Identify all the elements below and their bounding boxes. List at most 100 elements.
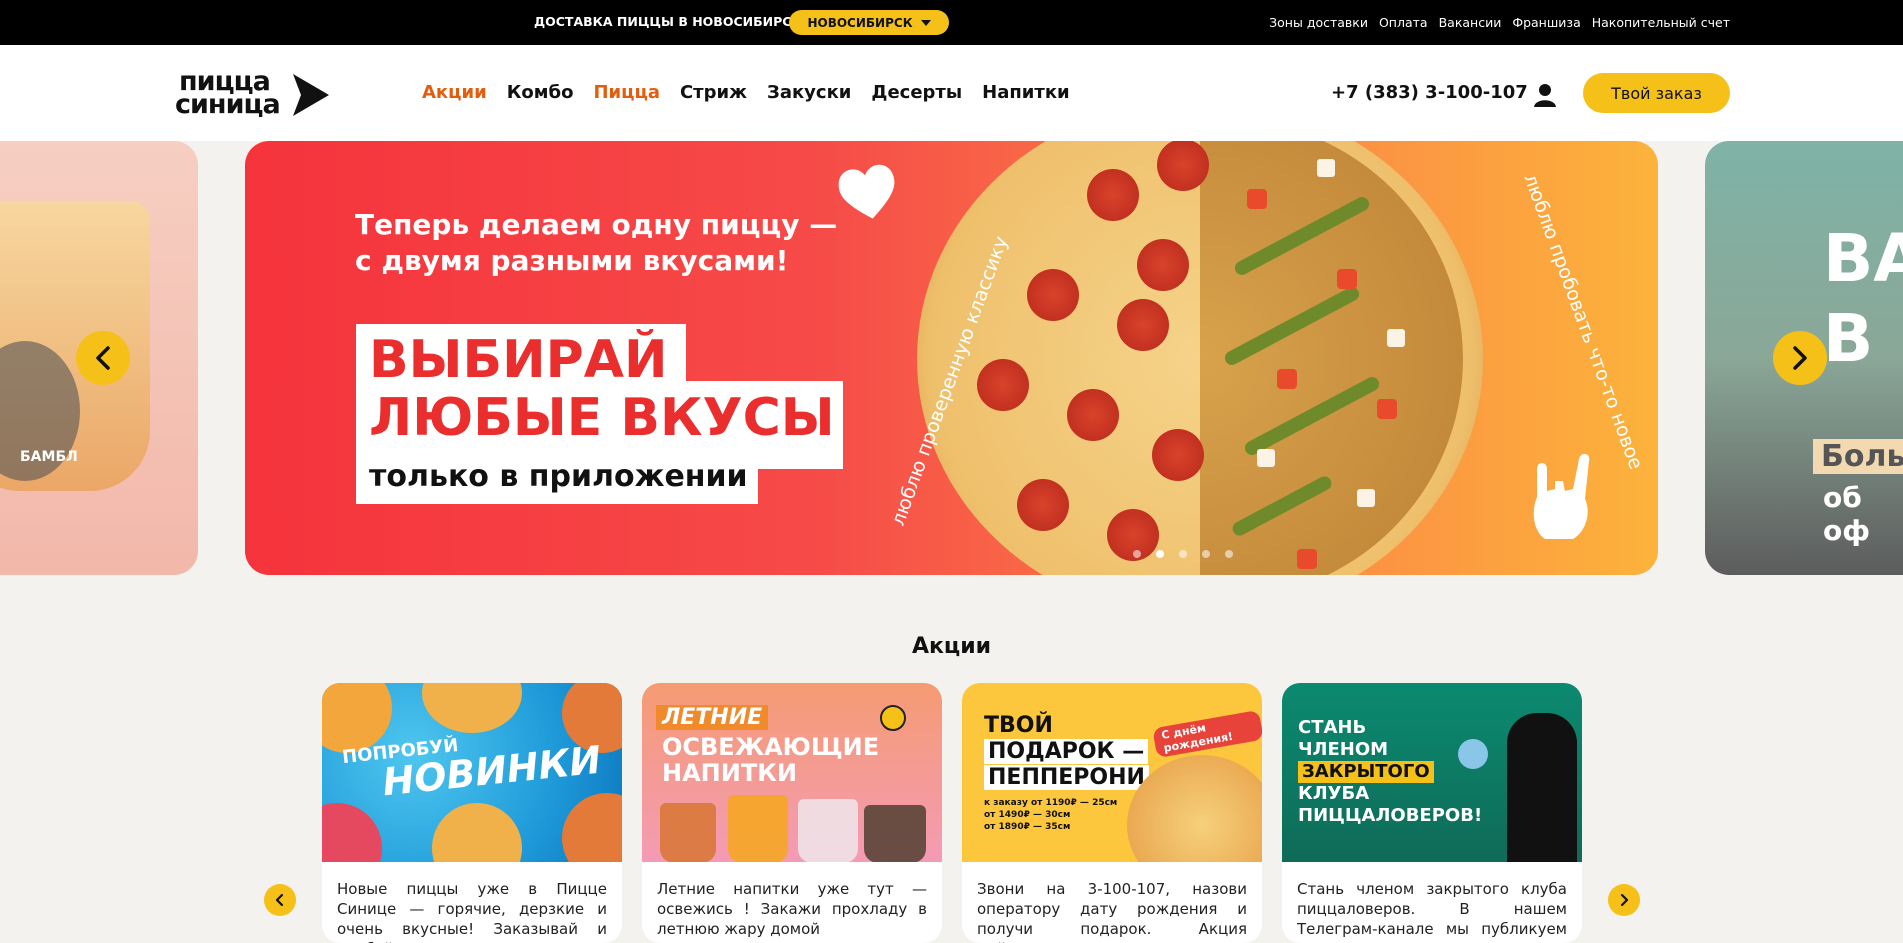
pepperoni [977, 359, 1029, 411]
slide-tagline: только в приложении [369, 459, 748, 494]
arc-text-right: люблю пробовать что-то новое [1519, 171, 1647, 473]
city-label: НОВОСИБИРСК [807, 15, 913, 30]
promo-condition-line: от 1490₽ — 30см [984, 810, 1071, 820]
tomato [1337, 269, 1357, 289]
promo-image: СТАНЬ ЧЛЕНОМ ЗАКРЫТОГО КЛУБА ПИЦЦАЛОВЕРО… [1282, 683, 1582, 862]
heart-icon [838, 164, 895, 219]
tomato [1247, 189, 1267, 209]
pizza-thumb [322, 803, 382, 862]
promos-prev-button[interactable] [264, 884, 296, 916]
link-delivery-zones[interactable]: Зоны доставки [1269, 15, 1368, 30]
carousel-dots [1133, 550, 1233, 558]
pizza-thumb [422, 683, 522, 733]
pepperoni [1027, 269, 1079, 321]
carousel-dot[interactable] [1133, 550, 1141, 558]
pepperoni [1117, 299, 1169, 351]
top-bar: ДОСТАВКА ПИЦЦЫ В НОВОСИБИРСКЕ НОВОСИБИРС… [0, 0, 1903, 45]
promo-image: ПОПРОБУЙ НОВИНКИ [322, 683, 622, 862]
promo-image-text: КЛУБА [1298, 783, 1370, 804]
telegram-icon [1458, 739, 1488, 769]
user-icon[interactable] [1533, 82, 1557, 112]
header: пицца синица Акции Комбо Пицца Стриж Зак… [0, 45, 1903, 141]
logo-arrow-icon [293, 74, 329, 116]
slide-headline-line-1: ВЫБИРАЙ [369, 330, 668, 390]
link-payment[interactable]: Оплата [1379, 15, 1428, 30]
promo-image-text: НАПИТКИ [662, 759, 797, 787]
nav-promos[interactable]: Акции [422, 82, 487, 103]
logo-word-2: синица [175, 89, 281, 120]
link-bonus-account[interactable]: Накопительный счет [1592, 15, 1730, 30]
pepperoni [1087, 169, 1139, 221]
city-selector[interactable]: НОВОСИБИРСК [789, 10, 949, 35]
carousel-next-button[interactable] [1773, 331, 1827, 385]
phone-number[interactable]: +7 (383) 3-100-107 [1331, 82, 1528, 103]
main-nav: Акции Комбо Пицца Стриж Закуски Десерты … [422, 82, 1070, 103]
slide-subtitle: Теперь делаем одну пиццу — с двумя разны… [355, 207, 837, 279]
promo-description: Стань членом закрытого клуба пиццаловеро… [1297, 880, 1567, 943]
link-franchise[interactable]: Франшиза [1512, 15, 1580, 30]
nav-desserts[interactable]: Десерты [871, 82, 962, 103]
promo-conditions: к заказу от 1190₽ — 25см от 1490₽ — 30см… [984, 797, 1117, 833]
chevron-right-icon [1620, 893, 1629, 907]
section-title-promos: Акции [911, 634, 992, 659]
pizza-thumb [432, 803, 522, 862]
promo-image-headline: СТАНЬ ЧЛЕНОМ ЗАКРЫТОГО КЛУБА ПИЦЦАЛОВЕРО… [1298, 717, 1482, 827]
cheese-cube [1317, 159, 1335, 177]
next-slide-sublabel: об оф [1823, 481, 1871, 547]
pizza-thumb [562, 793, 622, 862]
nav-drinks[interactable]: Напитки [982, 82, 1070, 103]
link-vacancies[interactable]: Вакансии [1439, 15, 1502, 30]
promo-image-text: ПЕППЕРОНИ [984, 765, 1149, 790]
drink-image [798, 799, 858, 862]
order-button[interactable]: Твой заказ [1583, 73, 1730, 113]
drink-image [660, 803, 716, 862]
promo-card[interactable]: СТАНЬ ЧЛЕНОМ ЗАКРЫТОГО КЛУБА ПИЦЦАЛОВЕРО… [1282, 683, 1582, 943]
pepperoni [1137, 239, 1189, 291]
promo-image-text: СТАНЬ [1298, 717, 1367, 738]
drink-image [728, 795, 788, 862]
slide-headline: ВЫБИРАЙ ЛЮБЫЕ ВКУСЫ [369, 331, 835, 447]
next-slide-line-2: В [1823, 300, 1874, 377]
promo-image-text: ОСВЕЖАЮЩИЕ [662, 733, 880, 761]
drink-image [864, 805, 926, 862]
prev-slide-text: БАМБЛ [20, 449, 78, 465]
top-links: Зоны доставки Оплата Вакансии Франшиза Н… [1269, 15, 1730, 30]
carousel-slide-active[interactable]: Теперь делаем одну пиццу — с двумя разны… [245, 141, 1658, 575]
nav-snacks[interactable]: Закуски [767, 82, 851, 103]
carousel-dot[interactable] [1156, 550, 1164, 558]
hero-carousel: БАМБЛ Теперь делаем одну пиццу — с двумя… [0, 141, 1903, 575]
promo-description: Звони на 3-100-107, назови оператору дат… [977, 880, 1247, 943]
chevron-left-icon [96, 346, 110, 370]
birthday-badge: С днём рождения! [1152, 709, 1262, 759]
nav-pizza[interactable]: Пицца [593, 82, 660, 103]
promo-card[interactable]: ТВОЙ ПОДАРОК — ПЕППЕРОНИ С днём рождения… [962, 683, 1262, 943]
chevron-down-icon [920, 19, 931, 26]
promo-card[interactable]: ПОПРОБУЙ НОВИНКИ Новые пиццы уже в Пицце… [322, 683, 622, 943]
cheese-cube [1257, 449, 1275, 467]
promo-image-text: ПИЦЦАЛОВЕРОВ! [1298, 805, 1483, 826]
logo[interactable]: пицца синица [175, 68, 335, 118]
nav-combo[interactable]: Комбо [507, 82, 574, 103]
carousel-dot[interactable] [1179, 550, 1187, 558]
tomato [1297, 549, 1317, 569]
promos-next-button[interactable] [1608, 884, 1640, 916]
promo-image: ЛЕТНИЕ ОСВЕЖАЮЩИЕ НАПИТКИ [642, 683, 942, 862]
carousel-prev-button[interactable] [76, 331, 130, 385]
next-slide-headline: ВА В [1823, 219, 1903, 379]
pepperoni [1152, 429, 1204, 481]
carousel-dot[interactable] [1202, 550, 1210, 558]
promo-image-text: ЛЕТНИЕ [656, 705, 769, 730]
promo-condition-line: к заказу от 1190₽ — 25см [984, 798, 1118, 808]
promo-description: Новые пиццы уже в Пицце Синице — горячие… [337, 880, 607, 943]
promo-condition-line: от 1890₽ — 35см [984, 822, 1071, 832]
chevron-left-icon [275, 893, 284, 907]
promo-image-text: ТВОЙ [984, 713, 1053, 738]
nav-strizh[interactable]: Стриж [680, 82, 747, 103]
man-image [1507, 713, 1577, 862]
promo-image-text: ЧЛЕНОМ [1298, 739, 1389, 760]
promo-card[interactable]: ЛЕТНИЕ ОСВЕЖАЮЩИЕ НАПИТКИ Летние напитки… [642, 683, 942, 943]
carousel-dot[interactable] [1225, 550, 1233, 558]
promo-image-text: ПОДАРОК — [984, 739, 1149, 764]
promo-cards: ПОПРОБУЙ НОВИНКИ Новые пиццы уже в Пицце… [322, 683, 1582, 943]
smiley-icon [880, 705, 906, 731]
